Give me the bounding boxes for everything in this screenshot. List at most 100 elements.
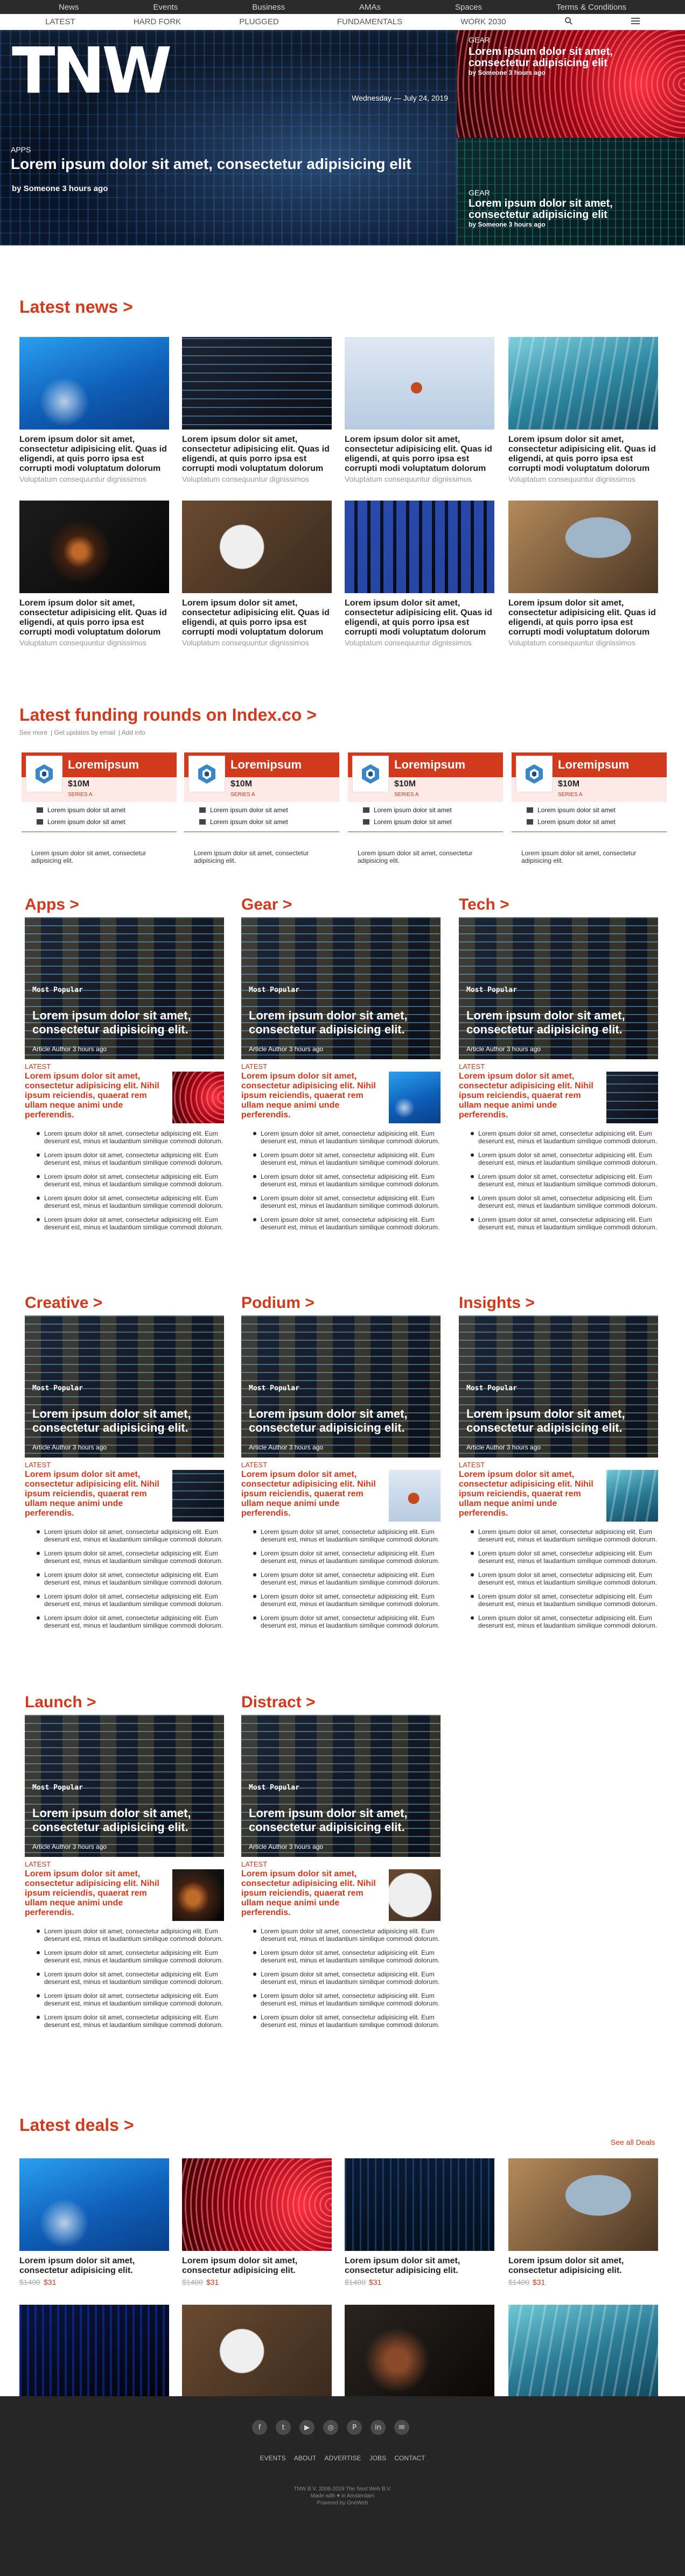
news-thumbnail[interactable] xyxy=(508,337,658,430)
nav-fundamentals[interactable]: FUNDAMENTALS xyxy=(337,17,402,26)
footer-link-events[interactable]: EVENTS xyxy=(260,2454,286,2462)
featured-title[interactable]: Lorem ipsum dolor sit amet, consectetur … xyxy=(249,1806,432,1834)
youtube-icon[interactable]: ▶ xyxy=(299,2420,314,2435)
funding-card[interactable]: Loremipsum $10M SERIES A Lorem ipsum dolor … xyxy=(22,752,177,832)
deal-card[interactable]: Lorem ipsum dolor sit amet, consectetur … xyxy=(508,2158,658,2286)
list-item[interactable]: Lorem ipsum dolor sit amet, consectetur … xyxy=(241,1173,441,1188)
section-heading[interactable]: Creative > xyxy=(25,1294,224,1315)
featured-title[interactable]: Lorem ipsum dolor sit amet, consectetur … xyxy=(249,1009,432,1037)
search-icon[interactable] xyxy=(564,17,573,27)
list-item[interactable]: Lorem ipsum dolor sit amet, consectetur … xyxy=(241,1216,441,1231)
hero-category[interactable]: APPS xyxy=(11,145,31,154)
funding-see-more-link[interactable]: See more xyxy=(19,729,47,736)
news-card[interactable]: Lorem ipsum dolor sit amet, consectetur … xyxy=(19,337,169,483)
section-heading[interactable]: Apps > xyxy=(25,896,224,917)
featured-story[interactable]: Most Popular Lorem ipsum dolor sit amet, … xyxy=(459,1315,658,1458)
featured-title[interactable]: Lorem ipsum dolor sit amet, consectetur … xyxy=(32,1407,215,1435)
menu-icon[interactable] xyxy=(631,17,640,27)
deal-card[interactable]: Lorem ipsum dolor sit amet, consectetur … xyxy=(345,2158,494,2286)
featured-title[interactable]: Lorem ipsum dolor sit amet, consectetur … xyxy=(466,1009,649,1037)
news-card[interactable]: Lorem ipsum dolor sit amet, consectetur … xyxy=(182,337,332,483)
section-heading[interactable]: Insights > xyxy=(459,1294,658,1315)
facebook-icon[interactable]: f xyxy=(252,2420,267,2435)
news-thumbnail[interactable] xyxy=(345,501,494,593)
deal-card[interactable]: Lorem ipsum dolor sit amet, consectetur … xyxy=(19,2158,169,2286)
list-item[interactable]: Lorem ipsum dolor sit amet, consectetur … xyxy=(459,1151,658,1166)
deal-title[interactable]: Lorem ipsum dolor sit amet, consectetur … xyxy=(345,2256,494,2276)
list-item[interactable]: Lorem ipsum dolor sit amet, consectetur … xyxy=(241,1927,441,1942)
featured-story[interactable]: Most Popular Lorem ipsum dolor sit amet, … xyxy=(241,1715,441,1857)
news-card[interactable]: Lorem ipsum dolor sit amet, consectetur … xyxy=(508,501,658,647)
deal-title[interactable]: Lorem ipsum dolor sit amet, consectetur … xyxy=(19,2256,169,2276)
news-title[interactable]: Lorem ipsum dolor sit amet, consectetur … xyxy=(19,599,169,637)
list-item[interactable]: Lorem ipsum dolor sit amet, consectetur … xyxy=(241,1130,441,1145)
latest-thumbnail[interactable] xyxy=(606,1470,658,1522)
latest-title[interactable]: Lorem ipsum dolor sit amet, consectetur … xyxy=(459,1470,604,1522)
list-item[interactable]: Lorem ipsum dolor sit amet, consectetur … xyxy=(25,1550,224,1565)
footer-link-jobs[interactable]: JOBS xyxy=(369,2454,386,2462)
funding-add-info-link[interactable]: Add info xyxy=(122,729,145,736)
latest-deals-heading[interactable]: Latest deals > xyxy=(19,2115,134,2135)
featured-story[interactable]: Most Popular Lorem ipsum dolor sit amet, … xyxy=(25,917,224,1059)
funding-email-link[interactable]: Get updates by email xyxy=(54,729,115,736)
list-item[interactable]: Lorem ipsum dolor sit amet, consectetur … xyxy=(25,1614,224,1629)
list-item[interactable]: Lorem ipsum dolor sit amet, consectetur … xyxy=(25,1130,224,1145)
section-heading[interactable]: Gear > xyxy=(241,896,441,917)
latest-thumbnail[interactable] xyxy=(389,1869,441,1921)
list-item[interactable]: Lorem ipsum dolor sit amet, consectetur … xyxy=(459,1550,658,1565)
featured-story[interactable]: Most Popular Lorem ipsum dolor sit amet, … xyxy=(241,1315,441,1458)
side-story-1[interactable]: GEAR Lorem ipsum dolor sit amet, consect… xyxy=(457,30,685,138)
nav-plugged[interactable]: PLUGGED xyxy=(239,17,278,26)
list-item[interactable]: Lorem ipsum dolor sit amet, consectetur … xyxy=(25,2014,224,2029)
list-item[interactable]: Lorem ipsum dolor sit amet, consectetur … xyxy=(241,1151,441,1166)
featured-title[interactable]: Lorem ipsum dolor sit amet, consectetur … xyxy=(249,1407,432,1435)
latest-story[interactable]: Lorem ipsum dolor sit amet, consectetur … xyxy=(25,1072,224,1123)
news-title[interactable]: Lorem ipsum dolor sit amet, consectetur … xyxy=(345,435,494,474)
funding-card[interactable]: Loremipsum $10M SERIES A Lorem ipsum dolor … xyxy=(348,752,503,832)
top-nav-spaces[interactable]: Spaces xyxy=(455,3,482,12)
list-item[interactable]: Lorem ipsum dolor sit amet, consectetur … xyxy=(241,1992,441,2007)
news-thumbnail[interactable] xyxy=(345,337,494,430)
list-item[interactable]: Lorem ipsum dolor sit amet, consectetur … xyxy=(25,1151,224,1166)
list-item[interactable]: Lorem ipsum dolor sit amet, consectetur … xyxy=(241,1593,441,1608)
latest-story[interactable]: Lorem ipsum dolor sit amet, consectetur … xyxy=(241,1072,441,1123)
pinterest-icon[interactable]: P xyxy=(347,2420,362,2435)
news-thumbnail[interactable] xyxy=(182,501,332,593)
latest-thumbnail[interactable] xyxy=(389,1470,441,1522)
latest-title[interactable]: Lorem ipsum dolor sit amet, consectetur … xyxy=(25,1470,170,1522)
twitter-icon[interactable]: t xyxy=(276,2420,291,2435)
news-title[interactable]: Lorem ipsum dolor sit amet, consectetur … xyxy=(508,599,658,637)
list-item[interactable]: Lorem ipsum dolor sit amet, consectetur … xyxy=(25,1949,224,1964)
list-item[interactable]: Lorem ipsum dolor sit amet, consectetur … xyxy=(459,1571,658,1586)
section-heading[interactable]: Tech > xyxy=(459,896,658,917)
news-card[interactable]: Lorem ipsum dolor sit amet, consectetur … xyxy=(345,501,494,647)
latest-story[interactable]: Lorem ipsum dolor sit amet, consectetur … xyxy=(25,1869,224,1921)
funding-card[interactable]: Loremipsum $10M SERIES A Lorem ipsum dolor … xyxy=(512,752,667,832)
top-nav-business[interactable]: Business xyxy=(252,3,285,12)
funding-heading[interactable]: Latest funding rounds on Index.co > xyxy=(19,705,317,725)
section-heading[interactable]: Distract > xyxy=(241,1693,441,1715)
funding-card[interactable]: Loremipsum $10M SERIES A Lorem ipsum dolor … xyxy=(184,752,339,832)
latest-title[interactable]: Lorem ipsum dolor sit amet, consectetur … xyxy=(25,1869,170,1921)
deal-thumbnail[interactable] xyxy=(182,2158,332,2251)
latest-title[interactable]: Lorem ipsum dolor sit amet, consectetur … xyxy=(459,1072,604,1123)
latest-story[interactable]: Lorem ipsum dolor sit amet, consectetur … xyxy=(25,1470,224,1522)
top-nav-amas[interactable]: AMAs xyxy=(359,3,381,12)
latest-story[interactable]: Lorem ipsum dolor sit amet, consectetur … xyxy=(241,1869,441,1921)
list-item[interactable]: Lorem ipsum dolor sit amet, consectetur … xyxy=(241,1528,441,1543)
list-item[interactable]: Lorem ipsum dolor sit amet, consectetur … xyxy=(241,1949,441,1964)
latest-title[interactable]: Lorem ipsum dolor sit amet, consectetur … xyxy=(25,1072,170,1123)
latest-thumbnail[interactable] xyxy=(389,1072,441,1123)
news-thumbnail[interactable] xyxy=(508,501,658,593)
list-item[interactable]: Lorem ipsum dolor sit amet, consectetur … xyxy=(459,1216,658,1231)
latest-title[interactable]: Lorem ipsum dolor sit amet, consectetur … xyxy=(241,1470,387,1522)
top-nav-news[interactable]: News xyxy=(59,3,79,12)
see-all-deals-link[interactable]: See all Deals xyxy=(611,2138,655,2146)
tnw-logo[interactable]: TNW xyxy=(12,39,172,102)
section-heading[interactable]: Launch > xyxy=(25,1693,224,1715)
deal-title[interactable]: Lorem ipsum dolor sit amet, consectetur … xyxy=(508,2256,658,2276)
latest-story[interactable]: Lorem ipsum dolor sit amet, consectetur … xyxy=(459,1470,658,1522)
nav-hard-fork[interactable]: HARD FORK xyxy=(134,17,181,26)
news-thumbnail[interactable] xyxy=(182,337,332,430)
latest-title[interactable]: Lorem ipsum dolor sit amet, consectetur … xyxy=(241,1869,387,1921)
